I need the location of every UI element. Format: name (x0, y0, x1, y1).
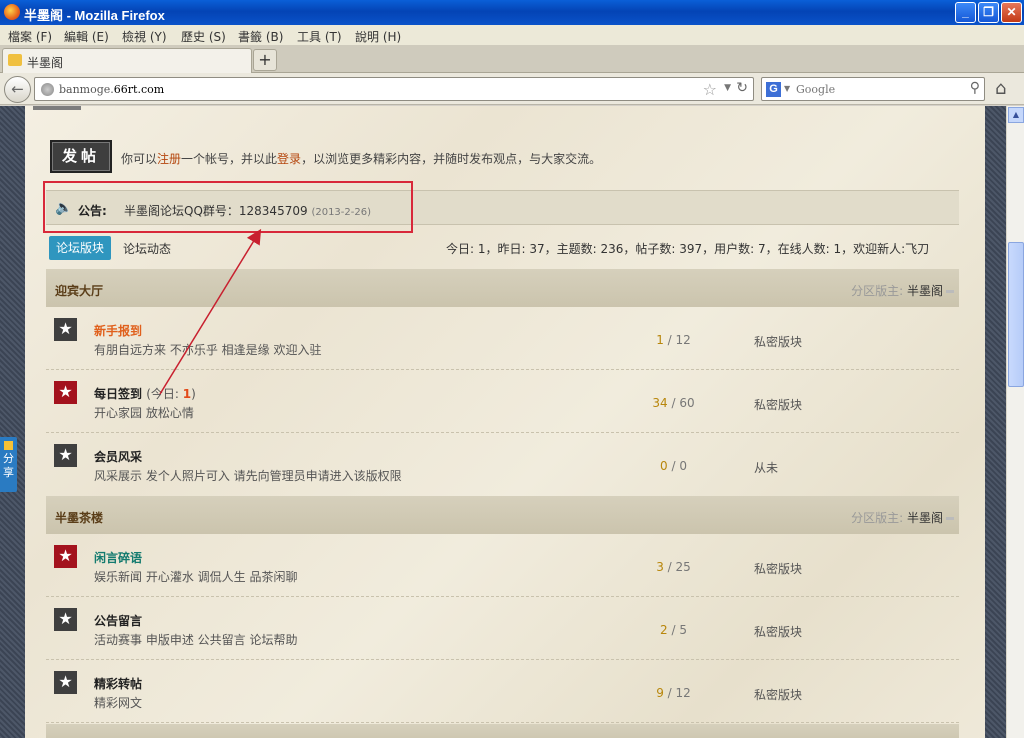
url-bar[interactable]: banmoge.66rt.com ☆ ▼ ↻ (34, 77, 754, 101)
share-icon (4, 441, 13, 450)
section-moderator: 分区版主: 半墨阁 (851, 282, 954, 299)
new-tab-button[interactable]: + (253, 49, 277, 71)
forum-count: 1 / 12 (656, 333, 691, 347)
tab-label: 半墨阁 (27, 56, 64, 70)
firefox-logo-icon (4, 4, 20, 20)
section-header-teahouse: 半墨茶楼 分区版主: 半墨阁 (46, 496, 959, 534)
star-icon[interactable]: ★ (54, 545, 77, 568)
vertical-scrollbar[interactable]: ▲ (1006, 106, 1024, 738)
forum-last-post: 私密版块 (754, 625, 803, 639)
page-viewport: 发帖 你可以注册一个帐号，并以此登录，以浏览更多精彩内容，并随时发布观点，与大家… (0, 106, 1006, 738)
register-link[interactable]: 注册 (157, 152, 181, 166)
url-dropdown-icon[interactable]: ▼ (724, 83, 731, 93)
collapse-icon[interactable] (946, 290, 954, 293)
bookmark-star-icon[interactable]: ☆ (703, 80, 717, 99)
forum-description: 娱乐新闻 开心灌水 调侃人生 品茶闲聊 (94, 570, 298, 584)
moderator-link[interactable]: 半墨阁 (907, 511, 943, 525)
section-moderator: 分区版主: 半墨阁 (851, 509, 954, 526)
window-titlebar: 半墨阁 - Mozilla Firefox _ ❐ ✕ (0, 0, 1024, 25)
star-icon[interactable]: ★ (54, 444, 77, 467)
maximize-button[interactable]: ❐ (978, 2, 999, 23)
reload-icon[interactable]: ↻ (736, 80, 748, 96)
section-header-lobby: 迎宾大厅 分区版主: 半墨阁 (46, 269, 959, 307)
moderator-link[interactable]: 半墨阁 (907, 284, 943, 298)
forum-count: 3 / 25 (656, 560, 691, 574)
menu-help[interactable]: 說明 (H) (355, 28, 401, 45)
forum-last-post: 私密版块 (754, 398, 803, 412)
forum-name[interactable]: 新手报到 (94, 322, 142, 339)
navigation-bar: ← banmoge.66rt.com ☆ ▼ ↻ G ▼ ⚲ ⌂ (0, 73, 1024, 105)
menu-tools[interactable]: 工具 (T) (297, 28, 342, 45)
search-bar[interactable]: G ▼ ⚲ (761, 77, 985, 101)
menu-edit[interactable]: 編輯 (E) (64, 28, 109, 45)
today-count: (今日: 1) (146, 387, 196, 401)
login-link[interactable]: 登录 (277, 152, 301, 166)
forum-name[interactable]: 会员风采 (94, 448, 142, 465)
forum-description: 有朋自远方来 不亦乐乎 相逢是缘 欢迎入驻 (94, 343, 322, 357)
collapse-icon[interactable] (946, 517, 954, 520)
menu-bar: 檔案 (F) 編輯 (E) 檢視 (Y) 歷史 (S) 書籤 (B) 工具 (T… (0, 25, 1024, 45)
forum-description: 活动赛事 申版申述 公共留言 论坛帮助 (94, 633, 298, 647)
url-text[interactable]: banmoge.66rt.com (59, 83, 164, 96)
top-strip (33, 106, 81, 110)
forum-row: ★ 每日签到 (今日: 1) 开心家园 放松心情 34 / 60 私密版块 (46, 370, 959, 433)
forum-row: ★ 新手报到 有朋自远方来 不亦乐乎 相逢是缘 欢迎入驻 1 / 12 私密版块 (46, 307, 959, 370)
close-button[interactable]: ✕ (1001, 2, 1022, 23)
tab-forums[interactable]: 论坛版块 (49, 236, 111, 260)
forum-count: 9 / 12 (656, 686, 691, 700)
star-icon[interactable]: ★ (54, 381, 77, 404)
google-icon[interactable]: G (766, 82, 781, 97)
tab-bar: 半墨阁 + (0, 45, 1024, 73)
menu-file[interactable]: 檔案 (F) (8, 28, 52, 45)
star-icon[interactable]: ★ (54, 318, 77, 341)
menu-view[interactable]: 檢視 (Y) (122, 28, 167, 45)
search-input[interactable] (796, 81, 961, 97)
forum-name[interactable]: 闲言碎语 (94, 549, 142, 566)
search-engine-dropdown-icon[interactable]: ▼ (784, 84, 790, 93)
forum-row: ★ 会员风采 风采展示 发个人照片可入 请先向管理员申请进入该版权限 0 / 0… (46, 433, 959, 496)
minimize-button[interactable]: _ (955, 2, 976, 23)
post-button[interactable]: 发帖 (50, 140, 112, 173)
search-icon[interactable]: ⚲ (970, 80, 980, 96)
forum-name[interactable]: 每日签到 (今日: 1) (94, 385, 196, 402)
favicon-icon (8, 54, 22, 66)
menu-bookmarks[interactable]: 書籤 (B) (238, 28, 283, 45)
forum-last-post: 从未 (754, 461, 779, 475)
scroll-up-icon[interactable]: ▲ (1008, 107, 1024, 123)
star-icon[interactable]: ★ (54, 608, 77, 631)
share-label: 分享 (3, 452, 14, 479)
section-header-next (46, 724, 959, 738)
section-title[interactable]: 半墨茶楼 (55, 509, 103, 526)
forum-last-post: 私密版块 (754, 688, 803, 702)
forum-name[interactable]: 公告留言 (94, 612, 142, 629)
forum-description: 开心家园 放松心情 (94, 406, 194, 420)
window-title: 半墨阁 - Mozilla Firefox (24, 8, 165, 23)
forum-row: ★ 闲言碎语 娱乐新闻 开心灌水 调侃人生 品茶闲聊 3 / 25 私密版块 (46, 534, 959, 597)
forum-count: 34 / 60 (652, 396, 695, 410)
forum-paper: 发帖 你可以注册一个帐号，并以此登录，以浏览更多精彩内容，并随时发布观点，与大家… (25, 106, 985, 738)
forum-last-post: 私密版块 (754, 335, 803, 349)
star-icon[interactable]: ★ (54, 671, 77, 694)
globe-icon (41, 83, 54, 96)
forum-description: 精彩网文 (94, 696, 143, 710)
forum-row: ★ 公告留言 活动赛事 申版申述 公共留言 论坛帮助 2 / 5 私密版块 (46, 597, 959, 660)
intro-text: 你可以注册一个帐号，并以此登录，以浏览更多精彩内容，并随时发布观点，与大家交流。 (121, 152, 602, 166)
forum-count: 0 / 0 (660, 459, 687, 473)
share-button[interactable]: 分享 (0, 437, 17, 492)
forum-count: 2 / 5 (660, 623, 687, 637)
forum-last-post: 私密版块 (754, 562, 803, 576)
annotation-highlight-box (43, 181, 413, 233)
section-title[interactable]: 迎宾大厅 (55, 282, 103, 299)
scroll-thumb[interactable] (1008, 242, 1024, 387)
forum-row: ★ 精彩转帖 精彩网文 9 / 12 私密版块 (46, 660, 959, 723)
menu-history[interactable]: 歷史 (S) (181, 28, 226, 45)
home-icon[interactable]: ⌂ (995, 78, 1006, 99)
forum-stats: 今日: 1，昨日: 37，主题数: 236，帖子数: 397，用户数: 7，在线… (446, 242, 930, 256)
back-arrow-icon[interactable]: ← (4, 76, 31, 103)
browser-tab[interactable]: 半墨阁 (2, 48, 252, 73)
tab-dynamics[interactable]: 论坛动态 (123, 240, 171, 257)
forum-description: 风采展示 发个人照片可入 请先向管理员申请进入该版权限 (94, 469, 402, 483)
forum-name[interactable]: 精彩转帖 (94, 675, 142, 692)
